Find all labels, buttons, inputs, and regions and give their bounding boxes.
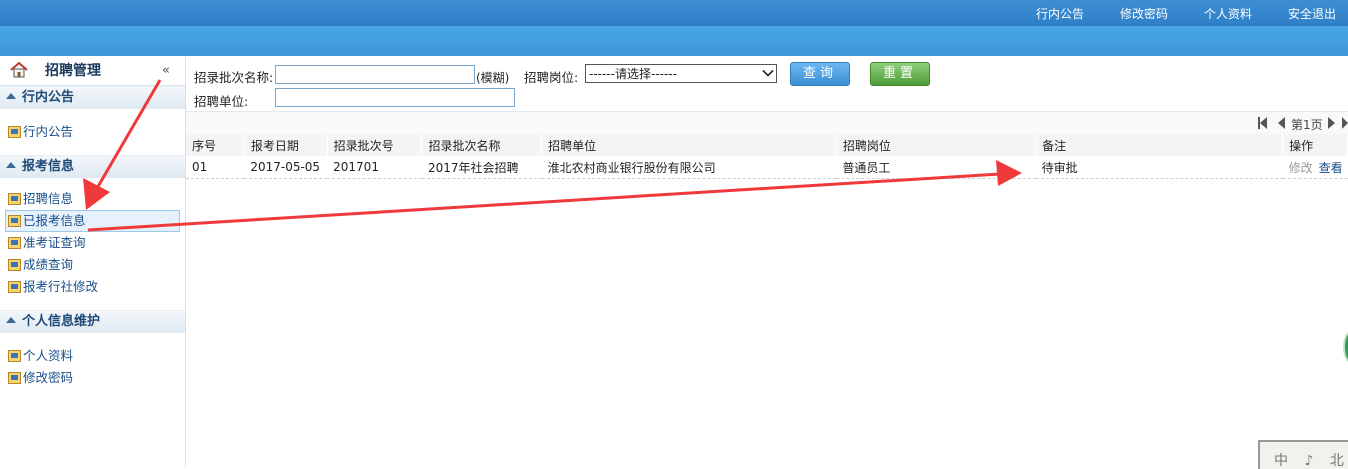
sidebar-title: 招聘管理 <box>45 63 101 79</box>
table-header-row: 序号 报考日期 招录批次号 招录批次名称 招聘单位 招聘岗位 备注 操作 <box>186 134 1348 156</box>
first-page-bar-icon <box>1258 117 1260 129</box>
top-nav-logout[interactable]: 安全退出 <box>1288 0 1336 26</box>
top-nav-profile[interactable]: 个人资料 <box>1204 0 1252 26</box>
col-date: 报考日期 <box>244 134 328 156</box>
sidebar-section-application-info[interactable]: 报考信息 <box>0 155 185 178</box>
view-link[interactable]: 查看 <box>1319 161 1343 175</box>
home-icon <box>10 62 28 78</box>
main-content: 招录批次名称: (模糊) 招聘岗位: ------请选择------ 查询 重置… <box>186 57 1348 467</box>
batch-name-label: 招录批次名称: <box>194 70 274 85</box>
chevron-down-icon <box>762 65 774 77</box>
sidebar-section-personal-info[interactable]: 个人信息维护 <box>0 310 185 333</box>
sidebar-title-bar: 招聘管理 « <box>0 57 185 86</box>
cell-actions: 修改 查看 <box>1282 156 1348 179</box>
cell-remark: 待审批 <box>1035 156 1283 179</box>
document-icon <box>8 281 21 293</box>
col-batch-no: 招录批次号 <box>327 134 423 156</box>
query-button[interactable]: 查询 <box>790 62 850 86</box>
sidebar: 招聘管理 « 行内公告 行内公告 报考信息 招聘信息 已报考信息 准考证查询 成… <box>0 57 186 467</box>
document-icon <box>8 237 21 249</box>
col-remark: 备注 <box>1035 134 1284 156</box>
collapse-sidebar-icon[interactable]: « <box>162 57 170 85</box>
top-nav-announcements[interactable]: 行内公告 <box>1036 0 1084 26</box>
collapse-triangle-icon <box>6 93 16 99</box>
cell-position: 普通员工 <box>836 156 1036 179</box>
prev-page-icon[interactable] <box>1278 117 1285 129</box>
sidebar-item-profile[interactable]: 个人资料 <box>8 345 185 367</box>
top-nav: 行内公告 修改密码 个人资料 安全退出 <box>1036 0 1348 26</box>
sidebar-item-announcements[interactable]: 行内公告 <box>8 121 185 143</box>
filter-panel: 招录批次名称: (模糊) 招聘岗位: ------请选择------ 查询 重置… <box>186 57 1348 109</box>
table-row: 01 2017-05-05 201701 2017年社会招聘 淮北农村商业银行股… <box>186 156 1348 179</box>
cell-batch-no: 201701 <box>327 156 422 179</box>
document-icon <box>8 126 21 138</box>
cell-seq: 01 <box>186 156 245 179</box>
top-nav-change-password[interactable]: 修改密码 <box>1120 0 1168 26</box>
sidebar-item-change-password[interactable]: 修改密码 <box>8 367 185 389</box>
sidebar-section-announcements[interactable]: 行内公告 <box>0 86 185 109</box>
col-actions: 操作 <box>1282 134 1348 156</box>
col-batch-name: 招录批次名称 <box>421 134 543 156</box>
col-seq: 序号 <box>186 134 245 156</box>
top-bar: 行内公告 修改密码 个人资料 安全退出 <box>0 0 1348 26</box>
page-indicator: 第1页 <box>1291 118 1323 132</box>
applications-table: 序号 报考日期 招录批次号 招录批次名称 招聘单位 招聘岗位 备注 操作 01 … <box>186 134 1348 179</box>
cell-batch-name: 2017年社会招聘 <box>421 156 542 179</box>
col-unit: 招聘单位 <box>541 134 837 156</box>
col-position: 招聘岗位 <box>836 134 1037 156</box>
cell-date: 2017-05-05 <box>244 156 328 179</box>
edit-link[interactable]: 修改 <box>1289 161 1313 175</box>
document-icon <box>8 259 21 271</box>
cell-unit: 淮北农村商业银行股份有限公司 <box>541 156 837 179</box>
position-label: 招聘岗位: <box>524 70 579 85</box>
document-icon <box>8 350 21 362</box>
decorative-seal-image: 中 ♪ 北 <box>1258 440 1348 469</box>
next-page-icon[interactable] <box>1328 117 1335 129</box>
reset-button[interactable]: 重置 <box>870 62 930 86</box>
fuzzy-hint: (模糊) <box>476 71 510 85</box>
position-select[interactable]: ------请选择------ <box>585 64 777 83</box>
document-icon <box>8 372 21 384</box>
batch-name-input[interactable] <box>275 65 475 84</box>
sidebar-item-applied-info[interactable]: 已报考信息 <box>5 210 180 232</box>
last-page-icon[interactable] <box>1342 117 1348 129</box>
sidebar-item-scores[interactable]: 成绩查询 <box>8 254 185 276</box>
header-banner <box>0 26 1348 56</box>
sidebar-item-recruitment-info[interactable]: 招聘信息 <box>8 188 185 210</box>
collapse-triangle-icon <box>6 162 16 168</box>
unit-label: 招聘单位: <box>194 94 249 109</box>
collapse-triangle-icon <box>6 317 16 323</box>
unit-input[interactable] <box>275 88 515 107</box>
first-page-icon[interactable] <box>1260 117 1267 129</box>
sidebar-item-admission-ticket[interactable]: 准考证查询 <box>8 232 185 254</box>
pagination-bar: 第1页 <box>186 111 1348 134</box>
document-icon <box>8 215 21 227</box>
sidebar-item-change-branch[interactable]: 报考行社修改 <box>8 276 185 298</box>
document-icon <box>8 193 21 205</box>
